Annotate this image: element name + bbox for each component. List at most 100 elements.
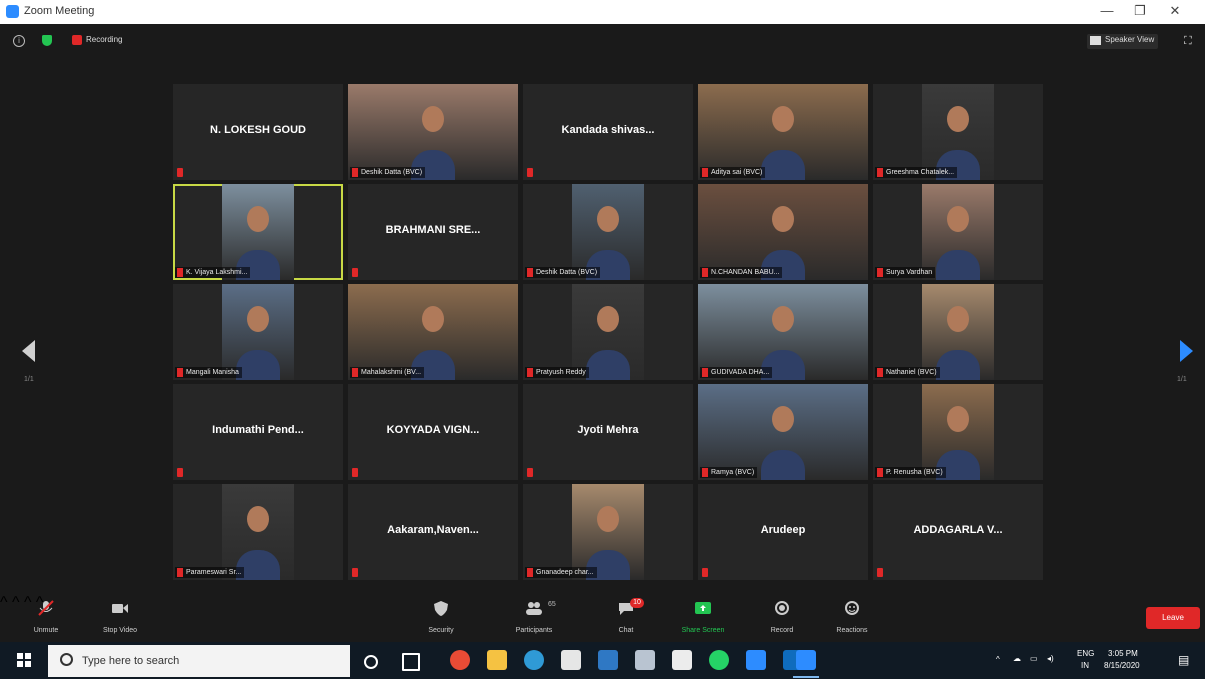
audio-options-caret-icon[interactable]: ^ [0,594,8,611]
mail-icon[interactable] [598,650,618,670]
muted-microphone-icon [702,168,708,177]
notepad-icon[interactable] [672,650,692,670]
muted-microphone-icon [352,468,358,477]
participant-label: GUDIVADA DHA... [700,367,773,378]
leave-button[interactable]: Leave [1146,607,1200,629]
participant-tile[interactable]: Indumathi Pend... [173,384,343,480]
taskbar-search-box[interactable]: Type here to search [48,645,350,677]
participant-tile[interactable]: P. Renusha (BVC) [873,384,1043,480]
participant-tile[interactable]: GUDIVADA DHA... [698,284,868,380]
participant-tile[interactable]: N.CHANDAN BABU... [698,184,868,280]
participant-label-text: N.CHANDAN BABU... [711,269,780,276]
close-button[interactable]: ✕ [1160,3,1190,19]
maximize-button[interactable]: ❐ [1125,3,1155,19]
zoom-taskbar-icon[interactable] [796,650,816,670]
unmute-button[interactable]: Unmute [18,594,74,642]
chrome-icon[interactable] [450,650,470,670]
window-title: Zoom Meeting [24,5,95,17]
volume-icon[interactable]: ◂) [1047,654,1054,663]
participant-tile[interactable]: Aditya sai (BVC) [698,84,868,180]
participant-label: Gnanadeep char... [525,567,597,578]
participant-label: Nathaniel (BVC) [875,367,940,378]
participant-body [236,350,280,380]
record-button[interactable]: Record [760,594,804,642]
participant-tile[interactable]: Mangali Manisha [173,284,343,380]
participant-body [936,350,980,380]
participant-video [572,184,644,280]
security-button[interactable]: Security [416,594,466,642]
participant-label-text: Surya Vardhan [886,269,933,276]
participant-tile[interactable]: Arudeep [698,484,868,580]
muted-microphone-icon [877,468,883,477]
participant-tile[interactable]: Pratyush Reddy [523,284,693,380]
record-icon [775,601,789,615]
participant-video [698,284,868,380]
language-bottom[interactable]: IN [1081,661,1089,670]
participant-head [597,206,619,232]
minimize-button[interactable]: — [1092,3,1122,18]
language-top[interactable]: ENG [1077,649,1094,658]
recording-icon [72,35,82,45]
participant-tile[interactable]: KOYYADA VIGN... [348,384,518,480]
muted-microphone-icon [352,268,358,277]
tray-overflow-icon[interactable]: ^ [996,655,1000,664]
participant-tile[interactable]: N. LOKESH GOUD [173,84,343,180]
reactions-button[interactable]: Reactions [826,594,878,642]
muted-microphone-icon [352,568,358,577]
cortana-icon[interactable] [364,655,378,669]
participant-tile[interactable]: Mahalakshmi (BV... [348,284,518,380]
participant-video [348,284,518,380]
participant-name: KOYYADA VIGN... [386,424,480,436]
windows-start-icon[interactable] [17,653,31,667]
stop-video-button[interactable]: Stop Video [92,594,148,642]
document-app-icon[interactable] [635,650,655,670]
store-icon[interactable] [561,650,581,670]
previous-page-arrow-icon[interactable] [22,340,35,362]
muted-microphone-icon [877,268,883,277]
participant-head [947,106,969,132]
participant-tile[interactable]: Gnanadeep char... [523,484,693,580]
speaker-view-button[interactable]: Speaker View [1087,34,1159,49]
task-view-icon[interactable] [402,653,420,671]
participant-tile[interactable]: Deshik Datta (BVC) [348,84,518,180]
participant-tile[interactable]: Ramya (BVC) [698,384,868,480]
share-screen-button[interactable]: Share Screen [670,594,736,642]
battery-icon[interactable]: ▭ [1030,654,1038,663]
participant-tile[interactable]: Greeshma Chatalek... [873,84,1043,180]
reactions-smiley-icon [845,601,859,615]
whatsapp-icon[interactable] [709,650,729,670]
clock-time[interactable]: 3:05 PM [1108,649,1138,658]
participant-tile[interactable]: Nathaniel (BVC) [873,284,1043,380]
meeting-info-icon[interactable]: i [13,35,25,47]
participant-name: ADDAGARLA V... [913,524,1003,536]
participant-tile[interactable]: Parameswari Sr... [173,484,343,580]
participant-tile[interactable]: Deshik Datta (BVC) [523,184,693,280]
participant-body [586,350,630,380]
fullscreen-icon[interactable]: ⛶ [1184,35,1196,47]
participant-label: K. Vijaya Lakshmi... [175,267,251,278]
participant-label: P. Renusha (BVC) [875,467,946,478]
participant-tile[interactable]: ADDAGARLA V... [873,484,1043,580]
participant-video [698,84,868,180]
unmute-label: Unmute [33,627,59,634]
participant-tile[interactable]: Surya Vardhan [873,184,1043,280]
page-indicator-left: 1/1 [24,376,34,383]
messenger-icon[interactable] [746,650,766,670]
participant-body [761,450,805,480]
encryption-shield-icon[interactable] [42,35,52,46]
participant-tile[interactable]: Aakaram,Naven... [348,484,518,580]
clock-date[interactable]: 8/15/2020 [1104,661,1140,670]
network-icon[interactable]: ☁ [1013,654,1021,663]
chat-label: Chat [618,627,634,634]
edge-icon[interactable] [524,650,544,670]
participant-tile[interactable]: Kandada shivas... [523,84,693,180]
participant-tile[interactable]: Jyoti Mehra [523,384,693,480]
file-explorer-icon[interactable] [487,650,507,670]
participant-tile[interactable]: K. Vijaya Lakshmi... [173,184,343,280]
participant-label-text: Pratyush Reddy [536,369,586,376]
participant-tile[interactable]: BRAHMANI SRE... [348,184,518,280]
share-screen-icon [695,602,711,614]
participant-head [247,506,269,532]
next-page-arrow-icon[interactable] [1180,340,1193,362]
notifications-icon[interactable]: ▤ [1178,653,1189,667]
